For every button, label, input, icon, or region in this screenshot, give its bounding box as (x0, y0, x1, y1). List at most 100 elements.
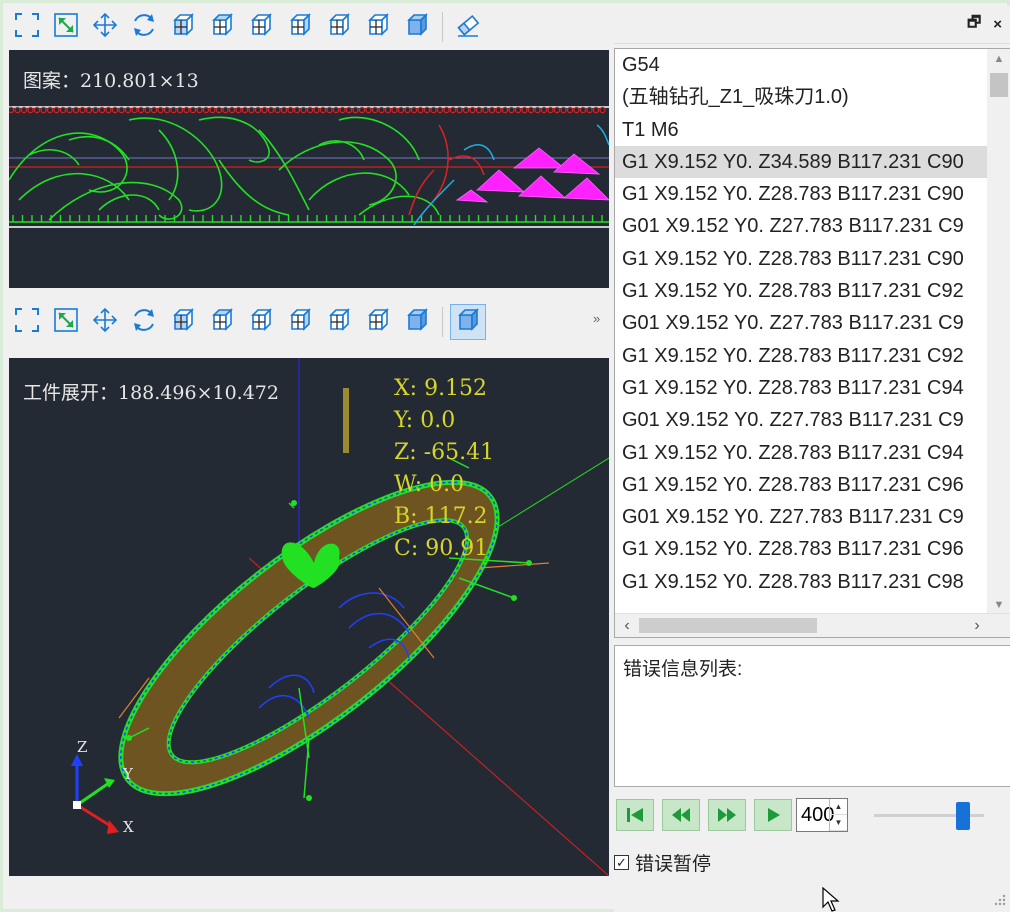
gcode-line[interactable]: G01 X9.152 Y0. Z27.783 B117.231 C9 (615, 307, 987, 339)
skip-start-icon (627, 808, 643, 822)
gcode-line[interactable]: G01 X9.152 Y0. Z27.783 B117.231 C9 (615, 404, 987, 436)
restore-icon[interactable]: 🗗 (967, 12, 981, 37)
solid-view-button[interactable] (450, 304, 486, 340)
scroll-left-icon[interactable]: ‹ (615, 614, 639, 637)
mouse-cursor-icon (822, 887, 840, 912)
pattern-drawing (9, 106, 609, 228)
view-top-icon (208, 306, 236, 339)
coord-b: B: 117.2 (394, 504, 488, 529)
view-right-button[interactable] (282, 304, 318, 340)
view-bottom-button[interactable] (360, 304, 396, 340)
zoom-extents-button[interactable] (9, 304, 45, 340)
view-iso-button[interactable] (399, 9, 435, 45)
speed-slider[interactable] (874, 800, 984, 830)
checkbox-box[interactable]: ✓ (614, 855, 629, 870)
gcode-line[interactable]: G1 X9.152 Y0. Z34.589 B117.231 C90 (615, 145, 987, 179)
gcode-line[interactable]: T1 M6 (615, 114, 987, 146)
gcode-line[interactable]: G1 X9.152 Y0. Z28.783 B117.231 C94 (615, 437, 987, 469)
coord-z: Z: -65.41 (394, 440, 495, 465)
zoom-window-icon (52, 11, 80, 44)
view-top-button[interactable] (204, 9, 240, 45)
spin-up-icon[interactable]: ▲ (830, 799, 847, 815)
zoom-window-button[interactable] (48, 304, 84, 340)
zoom-extents-button[interactable] (9, 9, 45, 45)
toolbar-overflow-chevron[interactable]: » (593, 311, 600, 326)
view-right-button[interactable] (282, 9, 318, 45)
gcode-line[interactable]: G54 (615, 49, 987, 81)
rotate-button[interactable] (126, 9, 162, 45)
horizontal-scrollbar[interactable]: ‹ › (615, 613, 1010, 637)
gcode-list[interactable]: G54 (五轴钻孔_Z1_吸珠刀1.0) T1 M6 G1 X9.152 Y0. Z3… (614, 48, 1010, 638)
checkbox-label: 错误暂停 (635, 854, 712, 875)
gcode-line[interactable]: G1 X9.152 Y0. Z28.783 B117.231 C98 (615, 566, 987, 598)
gcode-line[interactable]: G1 X9.152 Y0. Z28.783 B117.231 C96 (615, 533, 987, 565)
gcode-line[interactable]: G01 X9.152 Y0. Z27.783 B117.231 C9 (615, 210, 987, 242)
part-view-toolbar (9, 301, 609, 343)
rotate-icon (130, 306, 158, 339)
play-button[interactable] (754, 799, 792, 831)
vertical-scroll-thumb[interactable] (990, 73, 1008, 97)
eraser-button[interactable] (450, 9, 486, 45)
view-left-button[interactable] (243, 304, 279, 340)
resize-grip-icon[interactable] (994, 894, 1006, 906)
rewind-icon (672, 808, 690, 822)
spin-buttons: ▲ ▼ (829, 799, 847, 831)
view-top-button[interactable] (204, 304, 240, 340)
view-iso-icon (403, 11, 431, 44)
gcode-panel: 🗗 × G54 (五轴钻孔_Z1_吸珠刀1.0) T1 M6 G1 X9.152 Y0… (614, 6, 1010, 912)
pattern-viewport[interactable]: 图案：210.801×13 (9, 50, 609, 288)
gcode-line[interactable]: G1 X9.152 Y0. Z28.783 B117.231 C90 (615, 178, 987, 210)
step-forward-button[interactable] (708, 799, 746, 831)
app-window: 图案：210.801×13 » 工件展开：188.496×10.472 X: 9… (0, 0, 1010, 912)
view-back-icon (325, 306, 353, 339)
coord-w: W: 0.0 (394, 472, 465, 497)
solid-view-icon (454, 306, 482, 339)
gcode-line[interactable]: G1 X9.152 Y0. Z28.783 B117.231 C96 (615, 469, 987, 501)
spin-down-icon[interactable]: ▼ (830, 815, 847, 831)
view-bottom-button[interactable] (360, 9, 396, 45)
gcode-line[interactable]: G1 X9.152 Y0. Z28.783 B117.231 C92 (615, 340, 987, 372)
zoom-extents-icon (13, 306, 41, 339)
error-list-box[interactable]: 错误信息列表: (614, 645, 1010, 787)
scroll-up-icon[interactable]: ▲ (987, 49, 1010, 69)
speed-spinbox[interactable]: 400 ▲ ▼ (796, 798, 848, 832)
view-front-icon (169, 11, 197, 44)
axis-label-z: Z (77, 738, 88, 756)
gcode-line[interactable]: G01 X9.152 Y0. Z27.783 B117.231 C9 (615, 501, 987, 533)
step-back-button[interactable] (662, 799, 700, 831)
go-to-start-button[interactable] (616, 799, 654, 831)
view-iso-icon (403, 306, 431, 339)
pan-button[interactable] (87, 304, 123, 340)
view-bottom-icon (364, 306, 392, 339)
view-front-button[interactable] (165, 304, 201, 340)
part-3d-viewport[interactable]: 工件展开：188.496×10.472 X: 9.152 Y: 0.0 Z: -… (9, 358, 609, 876)
coord-x: X: 9.152 (394, 376, 488, 401)
view-left-button[interactable] (243, 9, 279, 45)
scroll-right-icon[interactable]: › (965, 614, 989, 637)
view-bottom-icon (364, 11, 392, 44)
view-back-button[interactable] (321, 304, 357, 340)
view-top-icon (208, 11, 236, 44)
scroll-down-icon[interactable]: ▼ (987, 595, 1010, 615)
zoom-window-button[interactable] (48, 9, 84, 45)
view-back-button[interactable] (321, 9, 357, 45)
gcode-line[interactable]: G1 X9.152 Y0. Z28.783 B117.231 C90 (615, 243, 987, 275)
zoom-extents-icon (13, 11, 41, 44)
gcode-line[interactable]: G1 X9.152 Y0. Z28.783 B117.231 C92 (615, 275, 987, 307)
vertical-scrollbar[interactable]: ▲ ▼ (987, 49, 1010, 615)
rotate-button[interactable] (126, 304, 162, 340)
gcode-line[interactable]: (五轴钻孔_Z1_吸珠刀1.0) (615, 81, 987, 113)
view-left-icon (247, 306, 275, 339)
view-front-icon (169, 306, 197, 339)
pan-icon (91, 11, 119, 44)
close-icon[interactable]: × (993, 16, 1002, 33)
pan-button[interactable] (87, 9, 123, 45)
pause-on-error-checkbox[interactable]: ✓ 错误暂停 (614, 849, 711, 876)
play-icon (768, 808, 780, 822)
view-front-button[interactable] (165, 9, 201, 45)
horizontal-scroll-thumb[interactable] (639, 618, 817, 633)
view-iso-button[interactable] (399, 304, 435, 340)
gcode-line[interactable]: G1 X9.152 Y0. Z28.783 B117.231 C94 (615, 372, 987, 404)
playback-controls: 400 ▲ ▼ (614, 795, 1010, 835)
slider-thumb[interactable] (955, 802, 970, 830)
